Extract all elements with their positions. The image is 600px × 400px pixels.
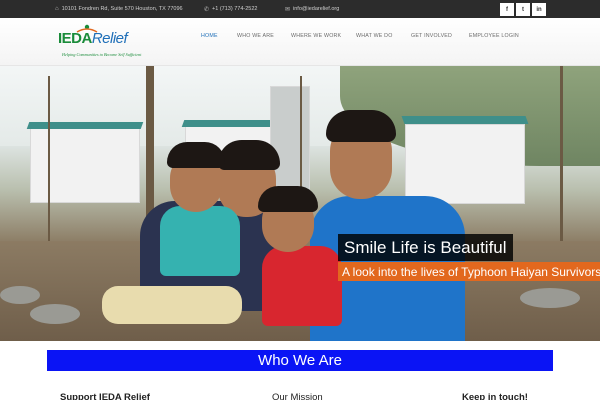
- hero-tree: [560, 66, 563, 256]
- section-title-bar: Who We Are: [47, 350, 553, 371]
- site-logo[interactable]: IEDARelief Helping Communities to Become…: [58, 24, 148, 62]
- address-text: 10101 Fondren Rd, Suite 570 Houston, TX …: [61, 6, 183, 12]
- hero-roof: [401, 116, 529, 124]
- col-heading-support: Support IEDA Relief: [60, 392, 150, 400]
- col-heading-mission: Our Mission: [272, 392, 323, 400]
- logo-wordmark: IEDARelief: [58, 30, 128, 47]
- hero-rock: [30, 304, 80, 324]
- address-item: ⌂ 10101 Fondren Rd, Suite 570 Houston, T…: [55, 0, 183, 18]
- hero-caption-title: Smile Life is Beautiful: [338, 234, 513, 261]
- hero-caption-subtitle: A look into the lives of Typhoon Haiyan …: [338, 262, 600, 281]
- hero-boy-shorts: [102, 286, 242, 324]
- linkedin-icon[interactable]: in: [532, 3, 546, 16]
- hero-boy-hair: [167, 142, 225, 168]
- hero-girl-hair: [258, 186, 318, 212]
- nav-where-we-work[interactable]: WHERE WE WORK: [291, 33, 341, 39]
- hero-house: [405, 124, 525, 204]
- hero-house: [30, 128, 140, 203]
- logo-name-b: Relief: [91, 30, 128, 47]
- nav-who-we-are[interactable]: WHO WE ARE: [237, 33, 274, 39]
- nav-employee-login[interactable]: EMPLOYEE LOGIN: [469, 33, 519, 39]
- hero-slider[interactable]: [0, 66, 600, 341]
- facebook-icon[interactable]: f: [500, 3, 514, 16]
- hero-rock: [520, 288, 580, 308]
- nav-home[interactable]: HOME: [201, 33, 218, 39]
- top-contact-bar: ⌂ 10101 Fondren Rd, Suite 570 Houston, T…: [0, 0, 600, 18]
- email-link[interactable]: info@iedarelief.org: [293, 6, 339, 12]
- phone-icon: ✆: [204, 6, 210, 13]
- email-item[interactable]: ✉ info@iedarelief.org: [285, 0, 339, 18]
- hero-father-hair: [326, 110, 396, 142]
- phone-text[interactable]: +1 (713) 774-2522: [212, 6, 257, 12]
- hero-rock: [0, 286, 40, 304]
- nav-get-involved[interactable]: GET INVOLVED: [411, 33, 452, 39]
- hero-boy-shirt: [160, 206, 240, 276]
- mail-icon: ✉: [285, 6, 291, 13]
- home-icon: ⌂: [55, 6, 59, 12]
- nav-what-we-do[interactable]: WHAT WE DO: [356, 33, 393, 39]
- logo-name-a: IEDA: [58, 30, 92, 47]
- col-heading-keep-in-touch: Keep in touch!: [462, 392, 528, 400]
- site-header: IEDARelief Helping Communities to Become…: [0, 18, 600, 66]
- hero-girl-shirt: [262, 246, 342, 326]
- hero-tower: [270, 86, 310, 196]
- hero-mother-hair: [218, 140, 280, 170]
- hero-tree: [48, 76, 50, 246]
- hero-roof: [26, 122, 144, 129]
- phone-item[interactable]: ✆ +1 (713) 774-2522: [204, 0, 257, 18]
- twitter-icon[interactable]: t: [516, 3, 530, 16]
- logo-tagline: Helping Communities to Become Self Suffi…: [62, 52, 142, 57]
